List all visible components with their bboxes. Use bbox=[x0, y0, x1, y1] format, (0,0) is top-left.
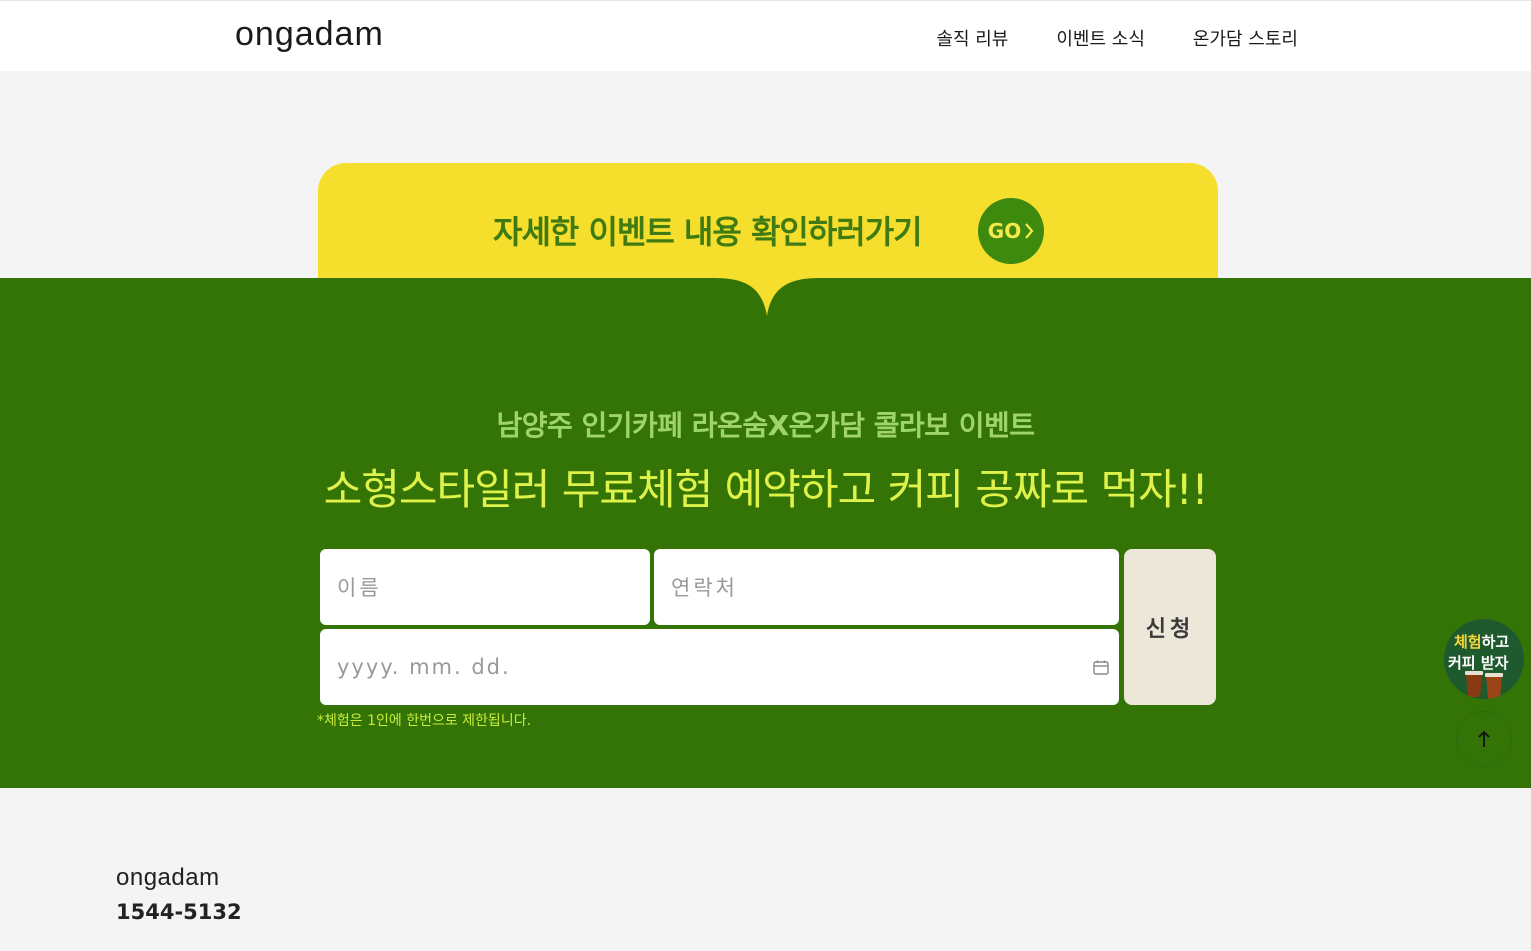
event-detail-banner[interactable]: 자세한 이벤트 내용 확인하러가기 GO bbox=[318, 163, 1218, 293]
badge-line-1: 체험하고 bbox=[1454, 633, 1510, 651]
date-input[interactable]: yyyy. mm. dd. bbox=[320, 629, 1119, 705]
submit-button[interactable]: 신청 bbox=[1124, 549, 1216, 705]
banner-notch bbox=[700, 278, 836, 316]
coffee-event-badge[interactable]: 체험하고 커피 받자 bbox=[1444, 619, 1524, 699]
main-nav: 솔직 리뷰 이벤트 소식 온가담 스토리 bbox=[936, 25, 1298, 51]
banner-text: 자세한 이벤트 내용 확인하러가기 bbox=[493, 213, 923, 251]
arrow-up-icon bbox=[1478, 730, 1490, 747]
event-form-section: 남양주 인기카페 라온숨X온가담 콜라보 이벤트 소형스타일러 무료체험 예약하… bbox=[0, 278, 1531, 788]
event-subtitle: 남양주 인기카페 라온숨X온가담 콜라보 이벤트 bbox=[496, 409, 1035, 442]
calendar-icon[interactable] bbox=[1093, 660, 1109, 675]
go-button[interactable]: GO bbox=[978, 198, 1044, 264]
go-label: GO bbox=[987, 219, 1022, 243]
coffee-cups-icon bbox=[1465, 671, 1503, 699]
event-title: 소형스타일러 무료체험 예약하고 커피 공짜로 먹자!! bbox=[323, 465, 1209, 514]
name-placeholder: 이름 bbox=[337, 576, 382, 600]
phone-placeholder: 연락처 bbox=[671, 576, 738, 600]
nav-item-events[interactable]: 이벤트 소식 bbox=[1056, 25, 1145, 51]
site-header: ongadam 솔직 리뷰 이벤트 소식 온가담 스토리 bbox=[0, 0, 1531, 71]
form-notice: *체험은 1인에 한번으로 제한됩니다. bbox=[317, 713, 532, 729]
footer-logo: ongadam bbox=[116, 864, 220, 891]
scroll-top-button[interactable] bbox=[1456, 711, 1512, 767]
name-input[interactable]: 이름 bbox=[320, 549, 650, 625]
site-logo[interactable]: ongadam bbox=[235, 15, 384, 54]
nav-item-reviews[interactable]: 솔직 리뷰 bbox=[936, 25, 1008, 51]
footer-phone: 1544-5132 bbox=[116, 900, 242, 924]
date-placeholder: yyyy. mm. dd. bbox=[337, 655, 511, 679]
phone-input[interactable]: 연락처 bbox=[654, 549, 1119, 625]
nav-item-story[interactable]: 온가담 스토리 bbox=[1193, 25, 1298, 51]
chevron-right-icon bbox=[1025, 223, 1034, 239]
